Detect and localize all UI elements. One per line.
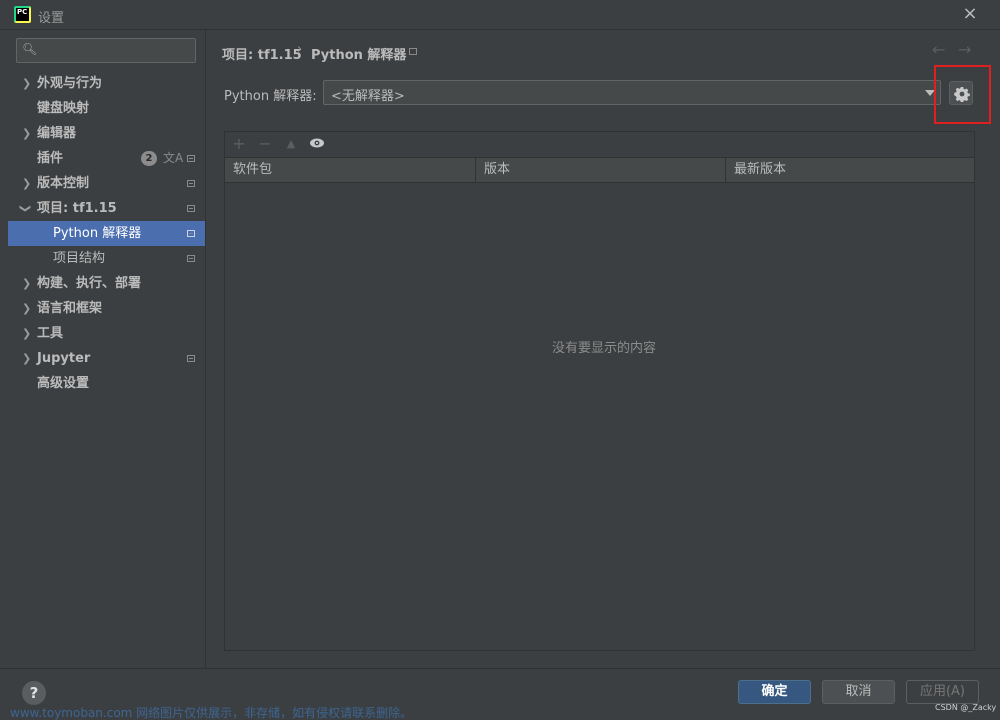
packages-table-body: 没有要显示的内容 — [225, 183, 974, 650]
project-scope-icon — [187, 180, 195, 187]
sidebar-item-appearance[interactable]: ❯ 外观与行为 — [8, 71, 205, 96]
sidebar-item-advanced-settings[interactable]: 高级设置 — [8, 371, 205, 396]
help-button[interactable]: ? — [22, 681, 46, 705]
ok-button[interactable]: 确定 — [738, 680, 811, 704]
close-icon[interactable]: × — [960, 4, 980, 24]
search-icon: 🔍︎ — [22, 42, 38, 56]
project-scope-icon — [187, 205, 195, 212]
sidebar-item-label: 语言和框架 — [37, 301, 103, 316]
settings-sidebar: 🔍︎ ❯ 外观与行为 键盘映射 ❯ 编辑器 插件 2 文A ❯ 版本控制 ❯ 项… — [0, 30, 206, 668]
add-package-icon[interactable]: + — [229, 135, 249, 153]
interpreter-dropdown[interactable]: <无解释器> — [323, 80, 941, 105]
project-scope-icon — [187, 155, 195, 162]
apply-button[interactable]: 应用(A) — [906, 680, 979, 704]
sidebar-item-label: 高级设置 — [37, 376, 90, 391]
packages-table-header: 软件包 版本 最新版本 — [225, 157, 974, 183]
chevron-right-icon[interactable]: ❯ — [22, 71, 31, 96]
sidebar-item-languages-frameworks[interactable]: ❯ 语言和框架 — [8, 296, 205, 321]
column-header-latest-version[interactable]: 最新版本 — [726, 158, 974, 182]
chevron-down-icon[interactable]: ❯ — [13, 204, 38, 213]
sidebar-item-label: 构建、执行、部署 — [37, 276, 142, 291]
chevron-right-icon[interactable]: ❯ — [22, 321, 31, 346]
settings-window: PC 设置 × 🔍︎ ❯ 外观与行为 键盘映射 ❯ 编辑器 插件 2 文A ❯ … — [0, 0, 1000, 720]
breadcrumb-current: Python 解释器 — [311, 48, 407, 63]
back-arrow-icon[interactable]: ← — [932, 40, 945, 59]
chevron-right-icon[interactable]: ❯ — [22, 346, 31, 371]
sidebar-item-plugins[interactable]: 插件 2 文A — [8, 146, 205, 171]
sidebar-item-label: 版本控制 — [37, 176, 90, 191]
forward-arrow-icon[interactable]: → — [958, 40, 971, 59]
sidebar-item-project[interactable]: ❯ 项目: tf1.15 — [8, 196, 205, 221]
interpreter-label: Python 解释器: — [224, 89, 317, 104]
packages-toolbar: + − ▲ — [225, 132, 974, 157]
upgrade-package-icon[interactable]: ▲ — [281, 135, 301, 153]
search-input[interactable] — [41, 41, 191, 60]
sidebar-item-tools[interactable]: ❯ 工具 — [8, 321, 205, 346]
dialog-footer: ? 确定 取消 应用(A) www.toymoban.com 网络图片仅供展示，… — [0, 668, 1000, 720]
sidebar-item-label: 工具 — [37, 326, 64, 341]
window-title: 设置 — [38, 11, 65, 26]
settings-search-field[interactable]: 🔍︎ — [16, 38, 196, 63]
translate-icon: 文A — [163, 151, 184, 165]
column-header-version[interactable]: 版本 — [476, 158, 726, 182]
sidebar-item-python-interpreter[interactable]: Python 解释器 — [8, 221, 205, 246]
project-scope-icon — [187, 355, 195, 362]
sidebar-item-label: 编辑器 — [37, 126, 77, 141]
chevron-right-icon[interactable]: ❯ — [22, 171, 31, 196]
chevron-right-icon[interactable]: ❯ — [22, 271, 31, 296]
breadcrumb-separator: › — [297, 42, 303, 57]
project-scope-icon — [409, 48, 417, 55]
sidebar-item-label: 键盘映射 — [37, 101, 90, 116]
cancel-button[interactable]: 取消 — [822, 680, 895, 704]
sidebar-item-label: Jupyter — [37, 351, 91, 366]
chevron-right-icon[interactable]: ❯ — [22, 296, 31, 321]
highlight-annotation-box — [934, 65, 991, 124]
plugins-count-badge: 2 — [141, 151, 157, 166]
column-header-package[interactable]: 软件包 — [225, 158, 476, 182]
sidebar-item-version-control[interactable]: ❯ 版本控制 — [8, 171, 205, 196]
packages-panel: + − ▲ 软件包 版本 最新版本 没有要显示的内容 — [224, 131, 975, 651]
sidebar-item-label: 项目: tf1.15 — [37, 201, 117, 216]
sidebar-item-label: Python 解释器 — [53, 226, 142, 241]
sidebar-item-label: 项目结构 — [53, 251, 106, 266]
sidebar-item-build-execution-deployment[interactable]: ❯ 构建、执行、部署 — [8, 271, 205, 296]
sidebar-item-project-structure[interactable]: 项目结构 — [8, 246, 205, 271]
sidebar-item-label: 插件 — [37, 151, 64, 166]
eye-icon[interactable] — [307, 135, 327, 153]
pycharm-logo-icon: PC — [14, 6, 31, 23]
chevron-right-icon[interactable]: ❯ — [22, 121, 31, 146]
project-scope-icon — [187, 230, 195, 237]
watermark-text: www.toymoban.com 网络图片仅供展示，非存储，如有侵权请联系删除。 — [10, 706, 413, 720]
sidebar-item-jupyter[interactable]: ❯ Jupyter — [8, 346, 205, 371]
project-scope-icon — [187, 255, 195, 262]
sidebar-item-keymap[interactable]: 键盘映射 — [8, 96, 205, 121]
sidebar-item-editor[interactable]: ❯ 编辑器 — [8, 121, 205, 146]
credit-text: CSDN @_Zacky — [935, 703, 997, 712]
interpreter-selected-value: <无解释器> — [331, 89, 405, 104]
remove-package-icon[interactable]: − — [255, 135, 275, 153]
sidebar-item-label: 外观与行为 — [37, 76, 103, 91]
empty-state-text: 没有要显示的内容 — [552, 341, 657, 356]
title-bar: PC 设置 × — [0, 0, 1000, 30]
breadcrumb-parent[interactable]: 项目: tf1.15 — [222, 44, 302, 63]
